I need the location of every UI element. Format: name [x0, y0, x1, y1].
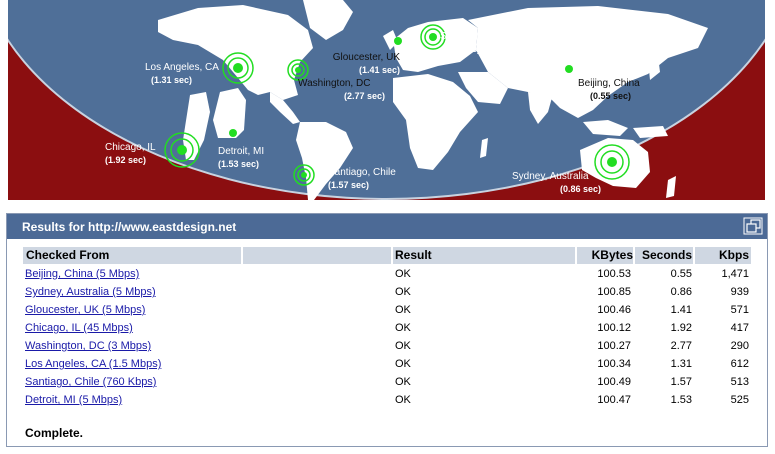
kbps-cell: 939 [730, 286, 749, 298]
results-title: Results for http://www.eastdesign.net [22, 220, 237, 234]
result-cell: OK [395, 358, 411, 370]
results-header: Results for http://www.eastdesign.net [7, 214, 767, 239]
city-label-st-petersburg: St. Petersburg, Russia (1.0 sec) [440, 31, 541, 54]
kbps-cell: 612 [730, 358, 749, 370]
city-label-chicago: Chicago, IL (1.92 sec) [105, 142, 156, 165]
kbps-cell: 513 [730, 376, 749, 388]
kbps-cell: 571 [730, 304, 749, 316]
kbytes-cell: 100.27 [597, 340, 631, 352]
result-cell: OK [395, 322, 411, 334]
result-cell: OK [395, 268, 411, 280]
city-label-santiago: Santiago, Chile (1.57 sec) [328, 167, 396, 190]
result-cell: OK [395, 304, 411, 316]
city-label-washington: Washington, DC (2.77 sec) [298, 78, 386, 101]
table-row: Los Angeles, CA (1.5 Mbps) OK 100.34 1.3… [7, 355, 767, 373]
column-header-kbps: Kbps [695, 247, 751, 264]
location-link[interactable]: Gloucester, UK (5 Mbps) [25, 301, 145, 319]
kbytes-cell: 100.46 [597, 304, 631, 316]
result-cell: OK [395, 340, 411, 352]
location-link[interactable]: Santiago, Chile (760 Kbps) [25, 373, 156, 391]
result-cell: OK [395, 376, 411, 388]
kbps-cell: 1,471 [721, 268, 749, 280]
table-row: Gloucester, UK (5 Mbps) OK 100.46 1.41 5… [7, 301, 767, 319]
los-angeles-marker [222, 52, 254, 84]
seconds-cell: 0.86 [670, 286, 692, 298]
seconds-cell: 1.53 [670, 394, 692, 406]
column-header-checked-from: Checked From [23, 247, 241, 264]
column-header-result: Result [393, 247, 575, 264]
kbytes-cell: 100.34 [597, 358, 631, 370]
column-header-kbytes: KBytes [577, 247, 633, 264]
gloucester-marker [394, 37, 402, 45]
table-row: Washington, DC (3 Mbps) OK 100.27 2.77 2… [7, 337, 767, 355]
chicago-marker [164, 132, 200, 168]
santiago-marker [293, 164, 315, 186]
kbytes-cell: 100.85 [597, 286, 631, 298]
location-link[interactable]: Beijing, China (5 Mbps) [25, 265, 139, 283]
kbytes-cell: 100.49 [597, 376, 631, 388]
location-link[interactable]: Los Angeles, CA (1.5 Mbps) [25, 355, 161, 373]
kbytes-cell: 100.12 [597, 322, 631, 334]
seconds-cell: 1.92 [670, 322, 692, 334]
seconds-cell: 1.57 [670, 376, 692, 388]
city-label-detroit: Detroit, MI (1.53 sec) [218, 146, 265, 169]
seconds-cell: 0.55 [670, 268, 692, 280]
seconds-cell: 1.31 [670, 358, 692, 370]
column-header-spacer [243, 247, 391, 264]
seconds-cell: 1.41 [670, 304, 692, 316]
status-complete: Complete. [25, 426, 84, 440]
kbps-cell: 290 [730, 340, 749, 352]
city-label-sydney: Sydney, Australia (0.86 sec) [512, 171, 602, 194]
city-label-los-angeles: Los Angeles, CA (1.31 sec) [145, 62, 219, 85]
kbytes-cell: 100.47 [597, 394, 631, 406]
table-row: Sydney, Australia (5 Mbps) OK 100.85 0.8… [7, 283, 767, 301]
detroit-marker [229, 129, 237, 137]
city-label-beijing: Beijing, China (0.55 sec) [578, 78, 640, 101]
seconds-cell: 2.77 [670, 340, 692, 352]
beijing-marker [565, 65, 573, 73]
result-cell: OK [395, 394, 411, 406]
results-panel: Results for http://www.eastdesign.net Ch… [6, 213, 768, 447]
table-row: Chicago, IL (45 Mbps) OK 100.12 1.92 417 [7, 319, 767, 337]
location-link[interactable]: Detroit, MI (5 Mbps) [25, 391, 122, 409]
result-cell: OK [395, 286, 411, 298]
column-header-seconds: Seconds [635, 247, 693, 264]
world-map-banner: St. Petersburg, Russia (1.0 sec) Gloucest… [8, 0, 765, 200]
city-label-gloucester: Gloucester, UK (1.41 sec) [332, 52, 400, 75]
table-row: Beijing, China (5 Mbps) OK 100.53 0.55 1… [7, 265, 767, 283]
table-row: Detroit, MI (5 Mbps) OK 100.47 1.53 525 [7, 391, 767, 409]
expand-window-icon[interactable] [743, 217, 763, 235]
kbps-cell: 417 [730, 322, 749, 334]
location-link[interactable]: Sydney, Australia (5 Mbps) [25, 283, 156, 301]
location-link[interactable]: Washington, DC (3 Mbps) [25, 337, 151, 355]
kbps-cell: 525 [730, 394, 749, 406]
location-link[interactable]: Chicago, IL (45 Mbps) [25, 319, 133, 337]
kbytes-cell: 100.53 [597, 268, 631, 280]
table-row: Santiago, Chile (760 Kbps) OK 100.49 1.5… [7, 373, 767, 391]
